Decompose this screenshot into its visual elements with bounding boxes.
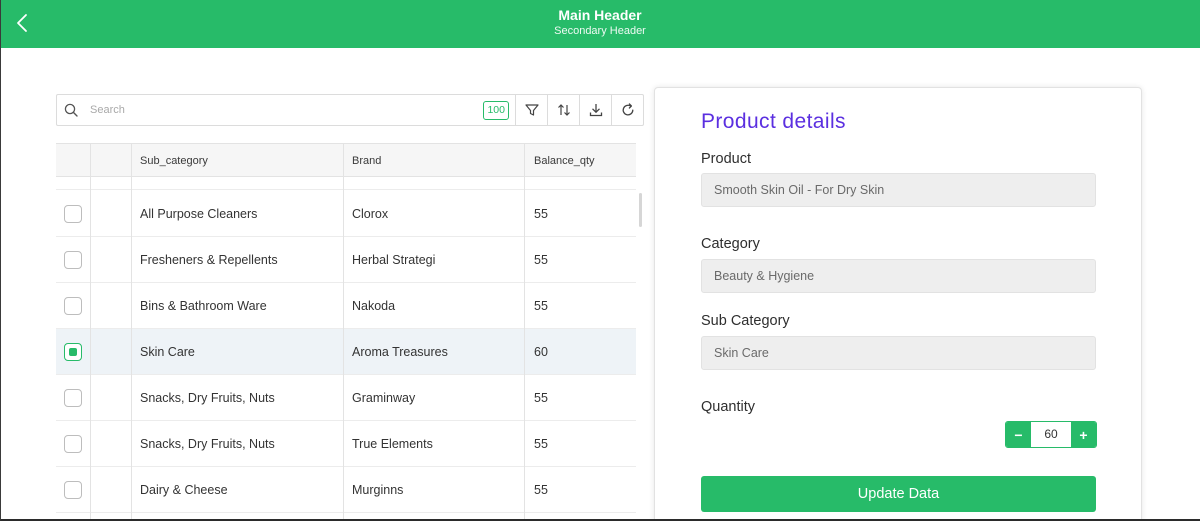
cell-brand: Nakoda — [352, 299, 396, 313]
search-box: 100 — [57, 95, 515, 125]
column-divider — [343, 143, 344, 521]
record-count-badge: 100 — [483, 101, 509, 120]
column-divider — [131, 143, 132, 521]
sub-category-field[interactable]: Skin Care — [701, 336, 1096, 370]
quantity-stepper: − 60 + — [1005, 421, 1097, 448]
product-details-panel: Product details Product Smooth Skin Oil … — [654, 87, 1142, 521]
cell-sub-category: Skin Care — [140, 345, 195, 359]
download-icon — [589, 104, 602, 117]
cell-sub-category: Snacks, Dry Fruits, Nuts — [140, 437, 275, 451]
column-header-brand[interactable]: Brand — [352, 144, 381, 178]
cell-brand: Graminway — [352, 391, 416, 405]
column-divider — [524, 143, 525, 521]
row-checkbox[interactable] — [64, 343, 82, 361]
header-titles: Main Header Secondary Header — [0, 7, 1200, 38]
panel-title: Product details — [701, 110, 846, 133]
cell-brand: Herbal Strategi — [352, 253, 436, 267]
cell-balance-qty: 55 — [534, 207, 548, 221]
category-field[interactable]: Beauty & Hygiene — [701, 259, 1096, 293]
cell-sub-category: Snacks, Dry Fruits, Nuts — [140, 391, 275, 405]
quantity-label: Quantity — [701, 399, 755, 415]
cell-sub-category: All Purpose Cleaners — [140, 207, 258, 221]
grid-scrollbar[interactable] — [639, 193, 642, 227]
search-icon — [64, 103, 78, 117]
category-label: Category — [701, 236, 760, 252]
row-checkbox[interactable] — [64, 435, 82, 453]
increment-button[interactable]: + — [1071, 422, 1096, 447]
row-checkbox[interactable] — [64, 389, 82, 407]
cell-brand: True Elements — [352, 437, 433, 451]
column-header-sub-category[interactable]: Sub_category — [140, 144, 208, 178]
secondary-header-title: Secondary Header — [554, 25, 646, 37]
table-row[interactable]: Dairy & Cheese Murginns 55 — [56, 467, 636, 513]
update-data-button[interactable]: Update Data — [701, 476, 1096, 512]
row-checkbox[interactable] — [64, 481, 82, 499]
search-input[interactable] — [57, 95, 515, 125]
quantity-value[interactable]: 60 — [1031, 422, 1071, 447]
table-row[interactable]: Snacks, Dry Fruits, Nuts Graminway 55 — [56, 375, 636, 421]
main-header-title: Main Header — [558, 7, 642, 23]
data-grid: Sub_category Brand Balance_qty All Purpo… — [56, 143, 636, 521]
row-checkbox[interactable] — [64, 205, 82, 223]
product-field[interactable]: Smooth Skin Oil - For Dry Skin — [701, 173, 1096, 207]
cell-sub-category: Bins & Bathroom Ware — [140, 299, 267, 313]
decrement-button[interactable]: − — [1006, 422, 1031, 447]
cell-balance-qty: 55 — [534, 483, 548, 497]
cell-balance-qty: 55 — [534, 437, 548, 451]
refresh-button[interactable] — [611, 95, 643, 125]
table-row[interactable]: Fresheners & Repellents Herbal Strategi 55 — [56, 237, 636, 283]
cell-balance-qty: 55 — [534, 253, 548, 267]
sort-button[interactable] — [547, 95, 579, 125]
table-row[interactable]: Skin Care Aroma Treasures 60 — [56, 329, 636, 375]
column-header-balance-qty[interactable]: Balance_qty — [534, 144, 595, 178]
grid-header-row: Sub_category Brand Balance_qty — [56, 143, 636, 177]
table-row[interactable]: Bins & Bathroom Ware Nakoda 55 — [56, 283, 636, 329]
cell-sub-category: Dairy & Cheese — [140, 483, 228, 497]
download-button[interactable] — [579, 95, 611, 125]
cell-brand: Aroma Treasures — [352, 345, 448, 359]
top-header-bar: Main Header Secondary Header — [0, 0, 1200, 48]
refresh-icon — [622, 103, 633, 116]
partial-row — [56, 177, 636, 190]
table-row[interactable]: All Purpose Cleaners Clorox 55 — [56, 191, 636, 237]
grid-toolbar: 100 — [56, 94, 644, 126]
cell-brand: Murginns — [352, 483, 404, 497]
table-row[interactable]: Snacks, Dry Fruits, Nuts True Elements 55 — [56, 421, 636, 467]
product-label: Product — [701, 151, 751, 167]
column-divider — [90, 143, 91, 521]
cell-balance-qty: 55 — [534, 299, 548, 313]
row-checkbox[interactable] — [64, 251, 82, 269]
sub-category-label: Sub Category — [701, 313, 790, 329]
cell-sub-category: Fresheners & Repellents — [140, 253, 278, 267]
sort-icon — [557, 104, 570, 116]
cell-brand: Clorox — [352, 207, 389, 221]
filter-icon — [524, 104, 539, 116]
cell-balance-qty: 60 — [534, 345, 548, 359]
row-checkbox[interactable] — [64, 297, 82, 315]
cell-balance-qty: 55 — [534, 391, 548, 405]
filter-button[interactable] — [515, 95, 547, 125]
